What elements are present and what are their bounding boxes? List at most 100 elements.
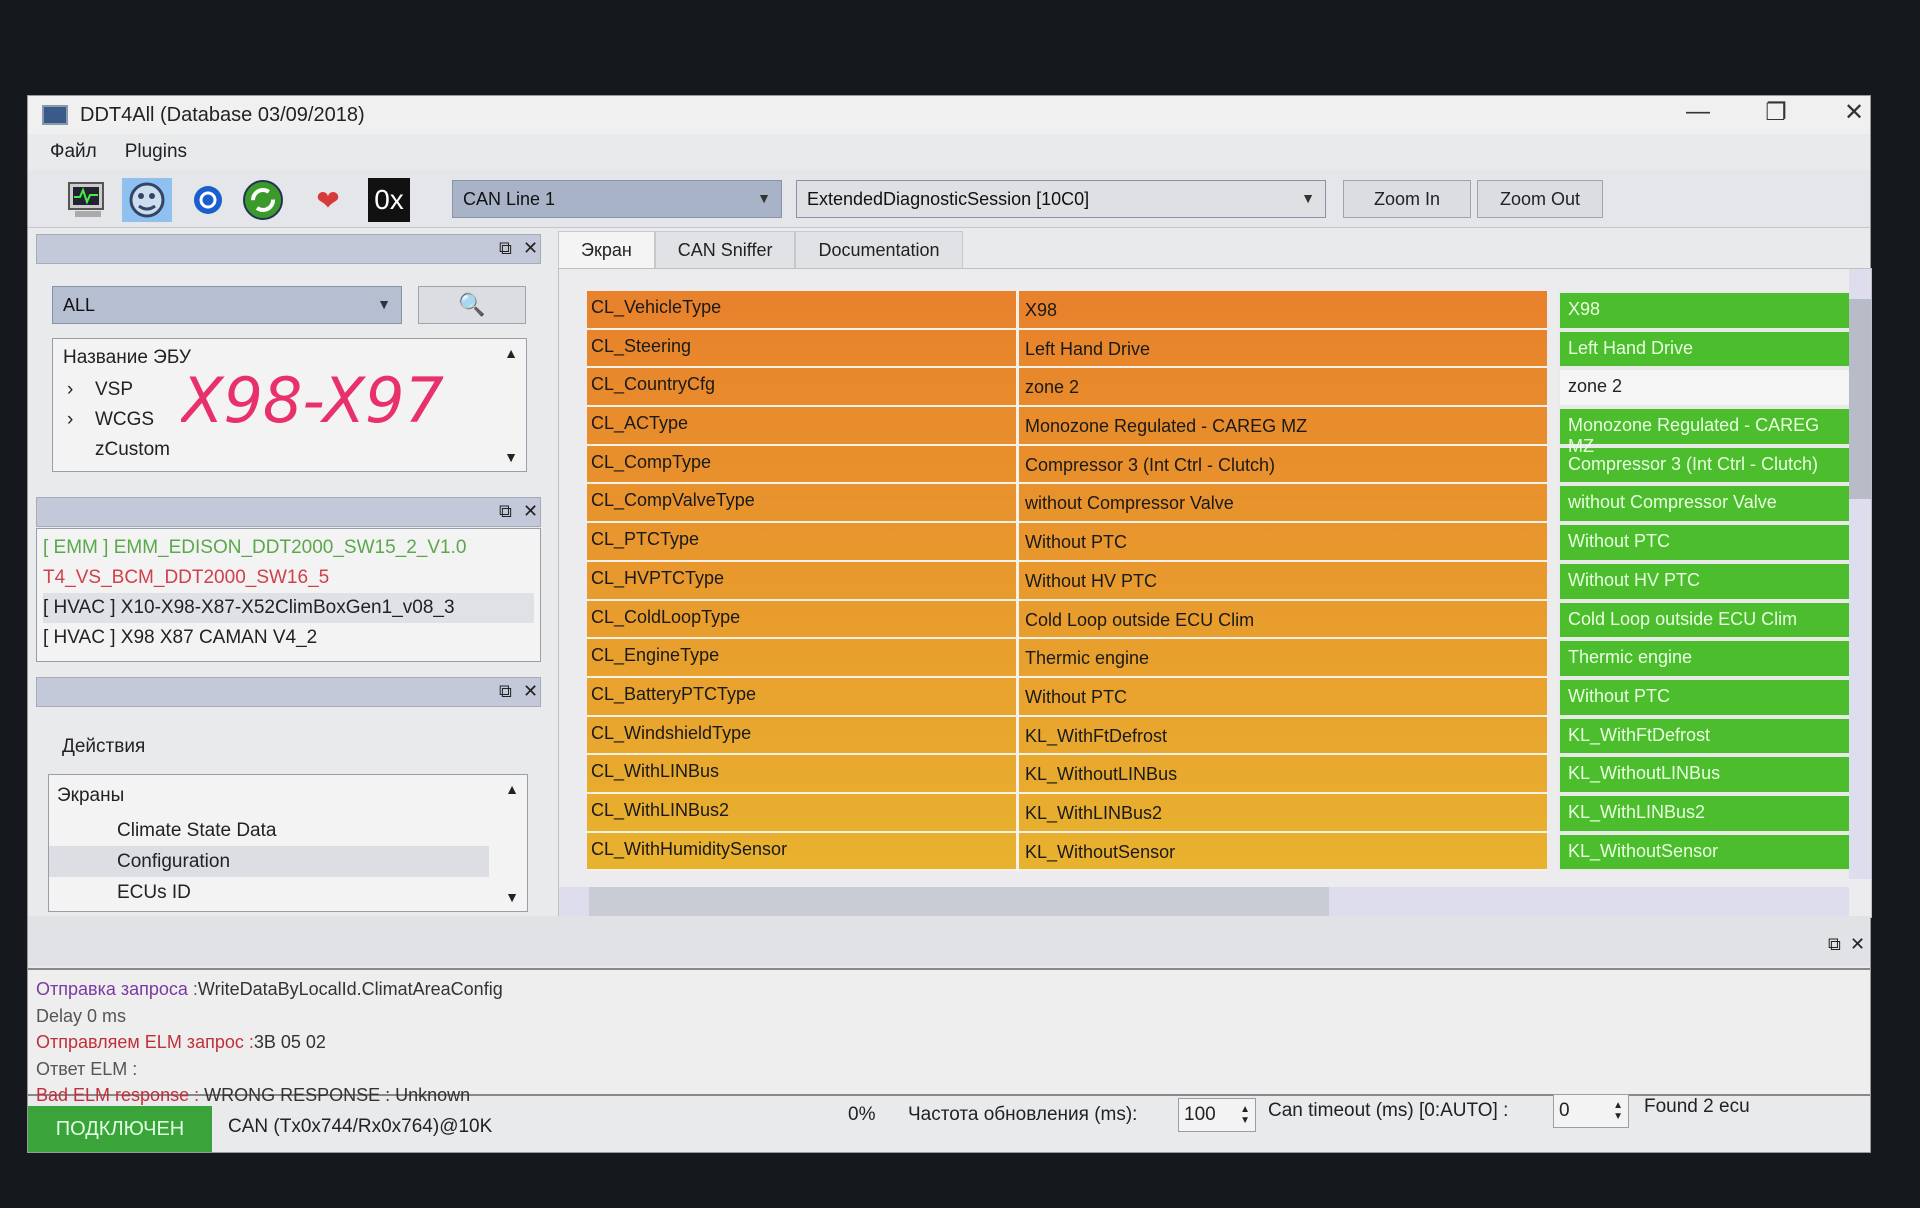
float-icon[interactable]: ⧉ bbox=[499, 238, 512, 259]
table-row: CL_WindshieldType KL_WithFtDefrost bbox=[587, 716, 1547, 756]
timeout-spinbox[interactable]: 0 ▲ ▼ bbox=[1553, 1094, 1629, 1128]
refresh-blue-icon[interactable] bbox=[183, 178, 233, 222]
screen-item[interactable]: Configuration bbox=[49, 846, 489, 877]
actions-label: Действия bbox=[62, 736, 146, 757]
param-value[interactable]: Without PTC bbox=[1019, 678, 1547, 715]
tree-item[interactable]: ›zCustom bbox=[67, 435, 170, 465]
param-name: CL_ACType bbox=[587, 407, 1019, 444]
scroll-up-icon[interactable]: ▲ bbox=[504, 345, 518, 361]
screen-item[interactable]: Climate State Data bbox=[49, 815, 489, 846]
tree-item[interactable]: › WCGS bbox=[67, 405, 170, 435]
close-dock-icon[interactable]: ✕ bbox=[523, 681, 538, 702]
current-value: KL_WithLINBus2 bbox=[1558, 793, 1854, 833]
param-value[interactable]: KL_WithoutLINBus bbox=[1019, 755, 1547, 792]
session-select[interactable]: ExtendedDiagnosticSession [10C0] ▼ bbox=[796, 180, 1326, 218]
param-value[interactable]: Monozone Regulated - CAREG MZ bbox=[1019, 407, 1547, 444]
float-icon[interactable]: ⧉ bbox=[1828, 934, 1841, 955]
current-value: KL_WithoutLINBus bbox=[1558, 755, 1854, 794]
log-text: Ответ ELM : bbox=[36, 1058, 138, 1079]
monitor-icon[interactable] bbox=[62, 178, 112, 222]
param-value[interactable]: Left Hand Drive bbox=[1019, 330, 1547, 367]
current-value: KL_WithoutSensor bbox=[1558, 832, 1854, 872]
tab-documentation[interactable]: Documentation bbox=[795, 231, 963, 269]
spin-arrows-icon[interactable]: ▲ ▼ bbox=[1240, 1104, 1250, 1126]
param-value[interactable]: Without PTC bbox=[1019, 523, 1547, 560]
scroll-down-icon[interactable]: ▼ bbox=[505, 889, 519, 905]
close-button[interactable]: ✕ bbox=[1824, 98, 1884, 127]
log-text: 3B 05 02 bbox=[253, 1032, 326, 1052]
scroll-up-icon[interactable]: ▲ bbox=[505, 781, 519, 797]
chevron-right-icon[interactable]: › bbox=[67, 375, 95, 405]
menu-bar: Файл Plugins bbox=[28, 136, 187, 168]
scroll-down-icon[interactable]: ▼ bbox=[504, 449, 518, 465]
handwriting-annotation: X98-X97 bbox=[181, 367, 444, 437]
refresh-green-icon[interactable] bbox=[238, 178, 288, 222]
search-ecu-button[interactable]: 🔍 bbox=[418, 286, 526, 324]
param-value[interactable]: Compressor 3 (Int Ctrl - Clutch) bbox=[1019, 446, 1547, 483]
close-dock-icon[interactable]: ✕ bbox=[523, 238, 538, 259]
current-value: KL_WithFtDefrost bbox=[1558, 716, 1854, 756]
vertical-scrollbar[interactable] bbox=[1849, 269, 1871, 879]
progress-label: 0% bbox=[848, 1104, 876, 1125]
can-line-select[interactable]: CAN Line 1 ▼ bbox=[452, 180, 782, 218]
tab-bar: Экран CAN Sniffer Documentation bbox=[558, 231, 963, 269]
heart-plus-icon[interactable]: ❤ bbox=[303, 178, 353, 222]
tree-header: Название ЭБУ bbox=[63, 347, 191, 368]
float-icon[interactable]: ⧉ bbox=[499, 681, 512, 702]
chevron-down-icon: ▼ bbox=[1301, 190, 1315, 206]
param-value[interactable]: Thermic engine bbox=[1019, 639, 1547, 676]
toolbar: ❤ 0x CAN Line 1 ▼ ExtendedDiagnosticSessi… bbox=[28, 170, 1870, 228]
chevron-right-icon[interactable]: › bbox=[67, 405, 95, 435]
ecu-tree: Название ЭБУ ›VSP›WCGS›zCustom ▲ ▼ X98-X… bbox=[52, 338, 527, 472]
maximize-button[interactable]: ❐ bbox=[1746, 98, 1806, 127]
tab-screen[interactable]: Экран bbox=[558, 231, 655, 269]
handwriting-text: X98-X97 bbox=[181, 367, 444, 437]
param-value[interactable]: KL_WithFtDefrost bbox=[1019, 717, 1547, 754]
table-row: CL_CountryCfg zone 2 bbox=[587, 368, 1547, 408]
tab-can-sniffer[interactable]: CAN Sniffer bbox=[654, 231, 796, 269]
param-value[interactable]: zone 2 bbox=[1019, 368, 1547, 405]
tree-item-label: zCustom bbox=[95, 439, 170, 460]
ecu-list-item[interactable]: T4_VS_BCM_DDT2000_SW16_5 bbox=[43, 563, 534, 593]
param-value[interactable]: X98 bbox=[1019, 291, 1547, 328]
float-icon[interactable]: ⧉ bbox=[499, 501, 512, 522]
ecu-scan-icon[interactable] bbox=[122, 178, 172, 222]
param-name: CL_PTCType bbox=[587, 523, 1019, 560]
table-row: CL_BatteryPTCType Without PTC bbox=[587, 677, 1547, 717]
table-row: CL_WithLINBus2 KL_WithLINBus2 bbox=[587, 793, 1547, 833]
table-row: CL_CompType Compressor 3 (Int Ctrl - Clut… bbox=[587, 445, 1547, 485]
tree-item[interactable]: › VSP bbox=[67, 375, 170, 405]
refresh-rate-label: Частота обновления (ms): bbox=[908, 1104, 1138, 1125]
log-line: Отправка запроса :WriteDataByLocalId.Cli… bbox=[36, 976, 1862, 1003]
log-text: Delay 0 ms bbox=[36, 1005, 127, 1026]
log-label: Отправка запроса : bbox=[36, 979, 198, 999]
hex-icon[interactable]: 0x bbox=[368, 178, 410, 222]
param-value[interactable]: Without HV PTC bbox=[1019, 562, 1547, 599]
menu-file[interactable]: Файл bbox=[50, 141, 97, 163]
zoom-out-button[interactable]: Zoom Out bbox=[1477, 180, 1603, 218]
param-value[interactable]: KL_WithoutSensor bbox=[1019, 833, 1547, 870]
current-value: Monozone Regulated - CAREG MZ bbox=[1558, 407, 1854, 456]
minimize-button[interactable]: — bbox=[1668, 98, 1728, 126]
ecu-list-item[interactable]: [ HVAC ] X98 X87 CAMAN V4_2 bbox=[43, 623, 534, 653]
refresh-rate-spinbox[interactable]: 100 ▲ ▼ bbox=[1178, 1098, 1256, 1132]
horizontal-scrollbar[interactable] bbox=[559, 887, 1849, 917]
close-dock-icon[interactable]: ✕ bbox=[523, 501, 538, 522]
param-value[interactable]: Cold Loop outside ECU Clim bbox=[1019, 601, 1547, 638]
filter-select[interactable]: ALL ▼ bbox=[52, 286, 402, 324]
param-value[interactable]: KL_WithLINBus2 bbox=[1019, 794, 1547, 831]
ecu-list-item[interactable]: [ EMM ] EMM_EDISON_DDT2000_SW15_2_V1.0 bbox=[43, 533, 534, 563]
current-value: Without HV PTC bbox=[1558, 561, 1854, 601]
param-name: CL_HVPTCType bbox=[587, 561, 1019, 599]
ecu-dock-header: ⧉ ✕ bbox=[36, 234, 541, 264]
spin-arrows-icon[interactable]: ▲ ▼ bbox=[1613, 1100, 1623, 1122]
menu-plugins[interactable]: Plugins bbox=[125, 141, 187, 163]
param-name: CL_CompType bbox=[587, 445, 1019, 483]
screen-item[interactable]: ECUs ID bbox=[49, 877, 489, 908]
ecu-list-item[interactable]: [ HVAC ] X10-X98-X87-X52ClimBoxGen1_v08_… bbox=[43, 593, 534, 623]
chevron-down-icon: ▼ bbox=[757, 190, 771, 206]
param-value[interactable]: without Compressor Valve bbox=[1019, 484, 1547, 521]
close-dock-icon[interactable]: ✕ bbox=[1850, 934, 1865, 955]
log-panel: Отправка запроса :WriteDataByLocalId.Cli… bbox=[28, 968, 1870, 1105]
zoom-in-button[interactable]: Zoom In bbox=[1343, 180, 1471, 218]
